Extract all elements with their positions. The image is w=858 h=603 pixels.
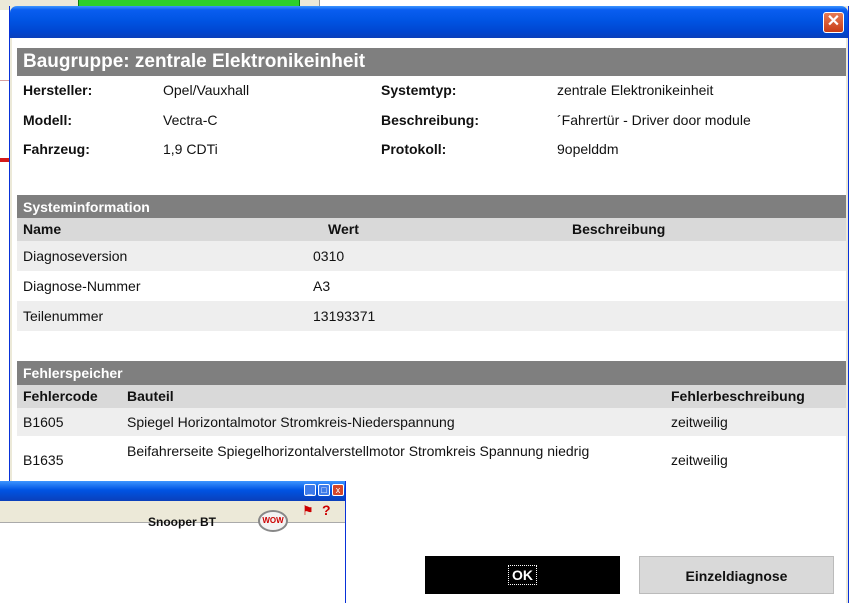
- beschreibung-label: Beschreibung:: [381, 112, 480, 128]
- snooper-titlebar[interactable]: _ □ x: [0, 481, 345, 501]
- info-row: Modell: Vectra-C Beschreibung: ´Fahrertü…: [17, 112, 846, 140]
- wow-logo: WOW: [258, 510, 288, 532]
- info-row: Hersteller: Opel/Vauxhall Systemtyp: zen…: [17, 82, 846, 110]
- protokoll-label: Protokoll:: [381, 141, 447, 157]
- vehicle-info-grid: Hersteller: Opel/Vauxhall Systemtyp: zen…: [17, 76, 846, 194]
- row-wert: A3: [313, 278, 331, 294]
- snooper-window: _ □ x ⚑ ? Snooper BT WOW: [0, 481, 346, 603]
- row-bauteil: Beifahrerseite Spiegelhorizontalverstell…: [127, 443, 590, 459]
- fehlerspeicher-column-header: Fehlercode Bauteil Fehlerbeschreibung: [17, 385, 846, 408]
- systeminfo-column-header: Name Wert Beschreibung: [17, 218, 846, 241]
- systeminformation-header: Systeminformation: [17, 195, 846, 218]
- table-row[interactable]: Diagnoseversion 0310: [17, 241, 846, 271]
- row-bauteil: Spiegel Horizontalmotor Stromkreis-Niede…: [127, 414, 455, 430]
- help-icon[interactable]: ?: [322, 502, 331, 518]
- snooper-title: Snooper BT: [148, 515, 216, 529]
- table-row[interactable]: Teilenummer 13193371: [17, 301, 846, 331]
- hersteller-value: Opel/Vauxhall: [163, 82, 250, 98]
- row-fehlerbeschreibung: zeitweilig: [671, 414, 728, 430]
- fahrzeug-label: Fahrzeug:: [23, 141, 90, 157]
- row-wert: 13193371: [313, 308, 376, 324]
- fehlerspeicher-header: Fehlerspeicher: [17, 361, 846, 385]
- einzeldiagnose-button[interactable]: Einzeldiagnose: [639, 556, 834, 594]
- beschreibung-value: ´Fahrertür - Driver door module: [557, 112, 751, 128]
- table-row[interactable]: B1635 Beifahrerseite Spiegelhorizontalve…: [17, 436, 846, 482]
- modell-value: Vectra-C: [163, 112, 218, 128]
- column-fehlercode: Fehlercode: [23, 388, 98, 404]
- close-icon[interactable]: x: [332, 484, 344, 496]
- column-wert: Wert: [328, 221, 359, 237]
- row-name: Teilenummer: [23, 308, 104, 324]
- close-button[interactable]: ✕: [823, 12, 844, 33]
- info-row: Fahrzeug: 1,9 CDTi Protokoll: 9opelddm: [17, 141, 846, 169]
- maximize-icon[interactable]: □: [318, 484, 330, 496]
- column-fehlerbeschreibung: Fehlerbeschreibung: [671, 388, 805, 404]
- dialog-titlebar[interactable]: ✕: [10, 6, 848, 38]
- baugruppe-header: Baugruppe: zentrale Elektronikeinheit: [17, 48, 846, 76]
- row-name: Diagnoseversion: [23, 248, 128, 264]
- row-name: Diagnose-Nummer: [23, 278, 141, 294]
- fahrzeug-value: 1,9 CDTi: [163, 141, 218, 157]
- hersteller-label: Hersteller:: [23, 82, 93, 98]
- minimize-icon[interactable]: _: [304, 484, 316, 496]
- table-row[interactable]: Diagnose-Nummer A3: [17, 271, 846, 301]
- systemtyp-value: zentrale Elektronikeinheit: [557, 82, 714, 98]
- modell-label: Modell:: [23, 112, 72, 128]
- ok-button[interactable]: OK: [425, 556, 620, 594]
- row-fehlercode: B1635: [23, 452, 64, 468]
- flag-icon[interactable]: ⚑: [302, 503, 314, 519]
- row-fehlercode: B1605: [23, 414, 64, 430]
- column-bauteil: Bauteil: [127, 388, 174, 404]
- protokoll-value: 9opelddm: [557, 141, 619, 157]
- column-name: Name: [23, 221, 62, 237]
- snooper-body: [0, 523, 345, 603]
- systemtyp-label: Systemtyp:: [381, 82, 457, 98]
- row-fehlerbeschreibung: zeitweilig: [671, 452, 728, 468]
- column-beschreibung: Beschreibung: [572, 221, 666, 237]
- row-wert: 0310: [313, 248, 345, 264]
- table-row[interactable]: B1605 Spiegel Horizontalmotor Stromkreis…: [17, 408, 846, 436]
- ok-button-label: OK: [508, 565, 537, 585]
